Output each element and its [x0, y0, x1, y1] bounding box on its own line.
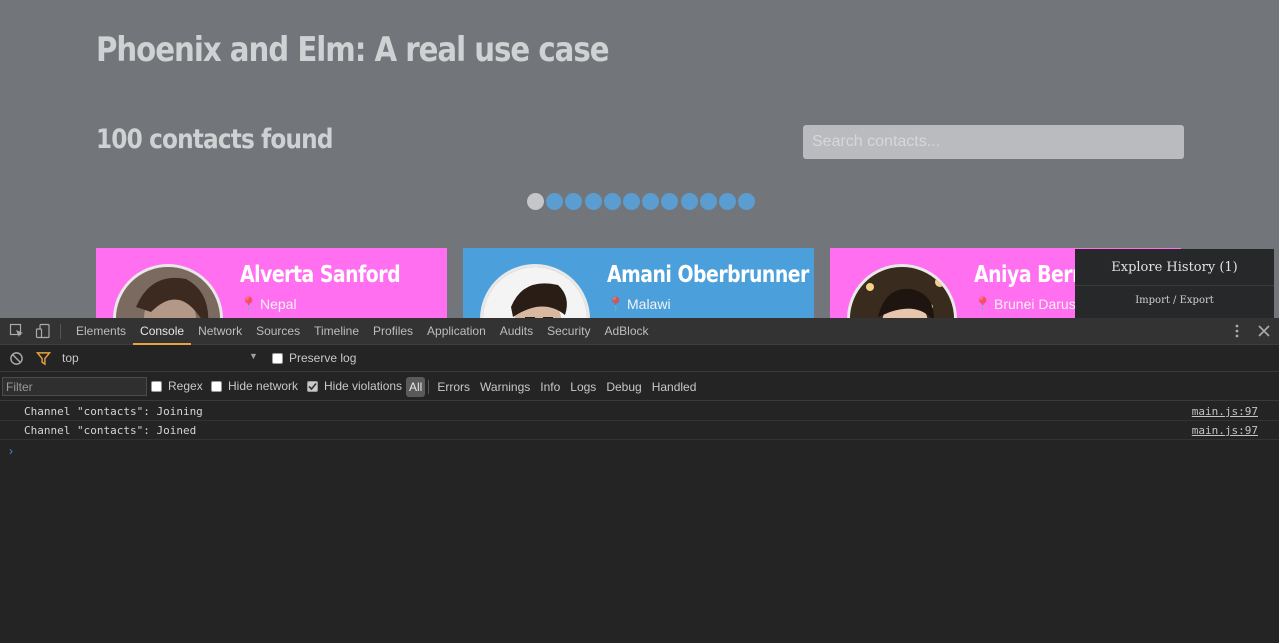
tab-elements[interactable]: Elements	[69, 318, 133, 345]
contact-location: 📍 Malawi	[607, 296, 671, 313]
pagination-dot[interactable]	[527, 193, 544, 210]
preserve-log-label: Preserve log	[289, 351, 357, 365]
preserve-log-checkbox[interactable]	[272, 353, 283, 364]
contact-card[interactable]: Amani Oberbrunner 📍 Malawi	[463, 248, 814, 318]
divider	[1075, 285, 1274, 286]
location-pin-icon: 📍	[974, 296, 992, 312]
explore-history-title[interactable]: Explore History (1)	[1075, 260, 1274, 275]
tab-network[interactable]: Network	[191, 318, 249, 345]
contacts-count: 100 contacts found	[96, 124, 333, 155]
avatar	[113, 264, 223, 318]
location-label: Nepal	[260, 296, 297, 312]
tab-profiles[interactable]: Profiles	[366, 318, 420, 345]
device-toolbar-icon[interactable]	[35, 323, 51, 339]
filter-input[interactable]	[2, 377, 147, 396]
regex-label: Regex	[168, 379, 203, 393]
pagination-dot[interactable]	[699, 193, 717, 210]
tab-security[interactable]: Security	[540, 318, 597, 345]
contact-card[interactable]: Alverta Sanford 📍 Nepal	[96, 248, 447, 318]
pagination-dot[interactable]	[738, 193, 756, 210]
more-options-icon[interactable]	[1229, 323, 1245, 339]
search-input[interactable]	[803, 125, 1184, 159]
chevron-down-icon[interactable]: ▼	[249, 351, 258, 361]
level-logs[interactable]: Logs	[565, 377, 601, 397]
contact-location: 📍 Nepal	[240, 296, 297, 313]
pagination	[527, 193, 756, 211]
level-all[interactable]: All	[406, 377, 426, 397]
log-levels: All Errors Warnings Info Logs Debug Handled	[406, 377, 701, 397]
avatar	[480, 264, 590, 318]
pagination-dot[interactable]	[622, 193, 640, 210]
console-output[interactable]: Channel "contacts": Joining main.js:97 C…	[0, 402, 1279, 643]
avatar	[847, 264, 957, 318]
regex-checkbox[interactable]	[151, 381, 162, 392]
pagination-dot[interactable]	[546, 193, 564, 210]
level-handled[interactable]: Handled	[647, 377, 702, 397]
location-label: Malawi	[627, 296, 671, 312]
tab-timeline[interactable]: Timeline	[307, 318, 366, 345]
divider	[428, 380, 430, 394]
inspect-element-icon[interactable]	[9, 323, 25, 339]
pagination-dot[interactable]	[584, 193, 602, 210]
log-entry: Channel "contacts": Joined main.js:97	[0, 421, 1279, 440]
tab-sources[interactable]: Sources	[249, 318, 307, 345]
tab-adblock[interactable]: AdBlock	[597, 318, 655, 345]
log-message: Channel "contacts": Joining	[24, 405, 203, 418]
location-pin-icon: 📍	[240, 296, 258, 312]
divider	[60, 324, 61, 339]
devtools-panel: Elements Console Network Sources Timeline Pro…	[0, 318, 1279, 643]
log-source-link[interactable]: main.js:97	[1192, 424, 1258, 437]
clear-console-icon[interactable]	[9, 351, 25, 367]
tab-application[interactable]: Application	[420, 318, 493, 345]
level-errors[interactable]: Errors	[432, 377, 475, 397]
level-debug[interactable]: Debug	[601, 377, 646, 397]
log-message: Channel "contacts": Joined	[24, 424, 197, 437]
level-info[interactable]: Info	[535, 377, 565, 397]
location-pin-icon: 📍	[607, 296, 625, 312]
log-entry: Channel "contacts": Joining main.js:97	[0, 402, 1279, 421]
console-filter-bar: Regex Hide network Hide violations All Er…	[0, 373, 1279, 401]
page-title: Phoenix and Elm: A real use case	[96, 30, 610, 70]
hide-network-label: Hide network	[228, 379, 299, 393]
devtools-tabs: Elements Console Network Sources Timeline Pro…	[69, 318, 656, 345]
devtools-tabbar: Elements Console Network Sources Timeline Pro…	[0, 318, 1279, 345]
context-selector[interactable]: top	[62, 351, 79, 365]
contact-name: Alverta Sanford	[240, 262, 401, 288]
pagination-dot[interactable]	[661, 193, 679, 210]
hide-network-checkbox[interactable]	[211, 381, 222, 392]
tab-audits[interactable]: Audits	[493, 318, 540, 345]
pagination-dot[interactable]	[603, 193, 621, 210]
hide-violations-checkbox[interactable]	[307, 381, 318, 392]
pagination-dot[interactable]	[565, 193, 583, 210]
pagination-dot[interactable]	[718, 193, 736, 210]
filter-icon[interactable]	[35, 351, 52, 367]
level-warnings[interactable]: Warnings	[475, 377, 535, 397]
tab-console[interactable]: Console	[133, 318, 192, 345]
hide-violations-label: Hide violations	[324, 379, 403, 393]
console-prompt-icon[interactable]: ›	[9, 444, 13, 458]
close-icon[interactable]	[1256, 323, 1272, 339]
import-export-link[interactable]: Import / Export	[1075, 295, 1274, 306]
pagination-dot[interactable]	[680, 193, 698, 210]
contact-name: Amani Oberbrunner	[607, 262, 809, 288]
explore-history-panel[interactable]: Explore History (1) Import / Export	[1075, 249, 1274, 318]
console-toolbar: top ▼ Preserve log	[0, 345, 1279, 372]
pagination-dot[interactable]	[642, 193, 660, 210]
app-page: Phoenix and Elm: A real use case 100 con…	[0, 0, 1279, 318]
log-source-link[interactable]: main.js:97	[1192, 405, 1258, 418]
